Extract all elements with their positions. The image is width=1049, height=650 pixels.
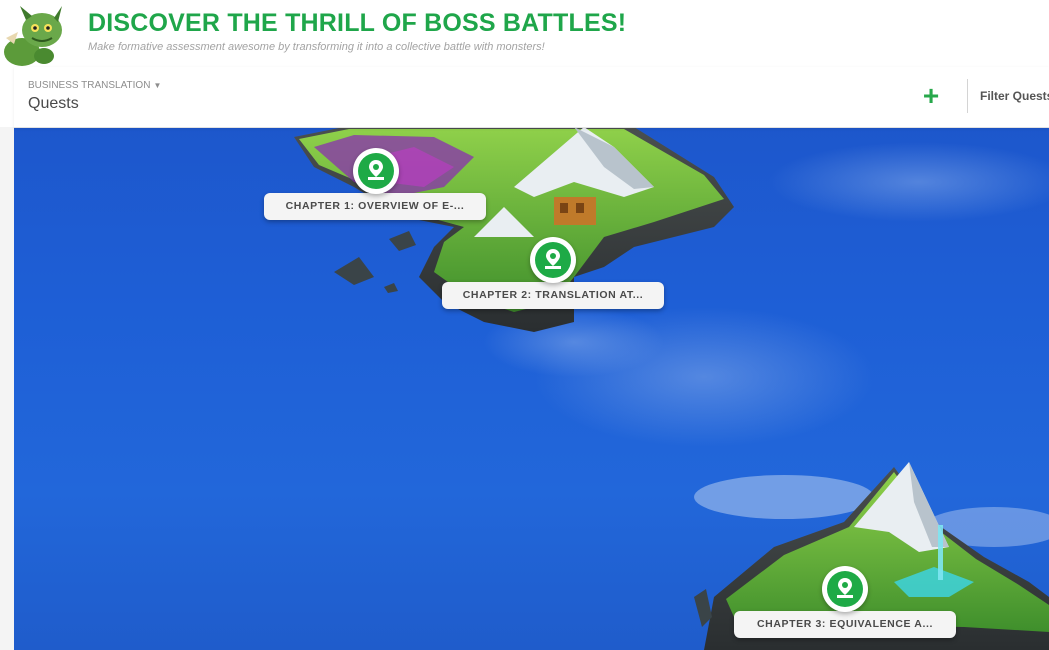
quest-marker-chapter-3[interactable] <box>822 566 868 612</box>
quest-map[interactable]: CHAPTER 1: OVERVIEW OF E-... CHAPTER 2: … <box>14 127 1049 650</box>
quest-marker-chapter-2[interactable] <box>530 237 576 283</box>
plus-icon: + <box>922 80 940 111</box>
filter-quests-input[interactable] <box>976 83 1049 109</box>
quest-label-chapter-3[interactable]: CHAPTER 3: EQUIVALENCE A... <box>734 611 956 638</box>
divider <box>967 79 968 113</box>
add-quest-button[interactable]: + <box>916 81 946 111</box>
quests-header: BUSINESS TRANSLATION ▼ Quests + <box>14 67 1049 128</box>
monster-mascot-icon <box>4 4 70 66</box>
map-pin-icon <box>368 160 384 180</box>
banner-title: DISCOVER THE THRILL OF BOSS BATTLES! <box>88 9 627 37</box>
quest-label-chapter-1[interactable]: CHAPTER 1: OVERVIEW OF E-... <box>264 193 486 220</box>
map-pin-icon <box>545 249 561 269</box>
map-pin-icon <box>837 578 853 598</box>
quest-marker-chapter-1[interactable] <box>353 148 399 194</box>
course-selector[interactable]: BUSINESS TRANSLATION ▼ <box>28 80 161 91</box>
caret-down-icon: ▼ <box>153 81 162 90</box>
banner-subtitle: Make formative assessment awesome by tra… <box>88 41 545 53</box>
page-title: Quests <box>28 95 79 112</box>
quest-label-chapter-2[interactable]: CHAPTER 2: TRANSLATION AT... <box>442 282 664 309</box>
course-name: BUSINESS TRANSLATION <box>28 80 151 91</box>
promo-banner: DISCOVER THE THRILL OF BOSS BATTLES! Mak… <box>0 0 1049 66</box>
left-edge <box>0 127 14 650</box>
map-illustration <box>294 127 1049 650</box>
